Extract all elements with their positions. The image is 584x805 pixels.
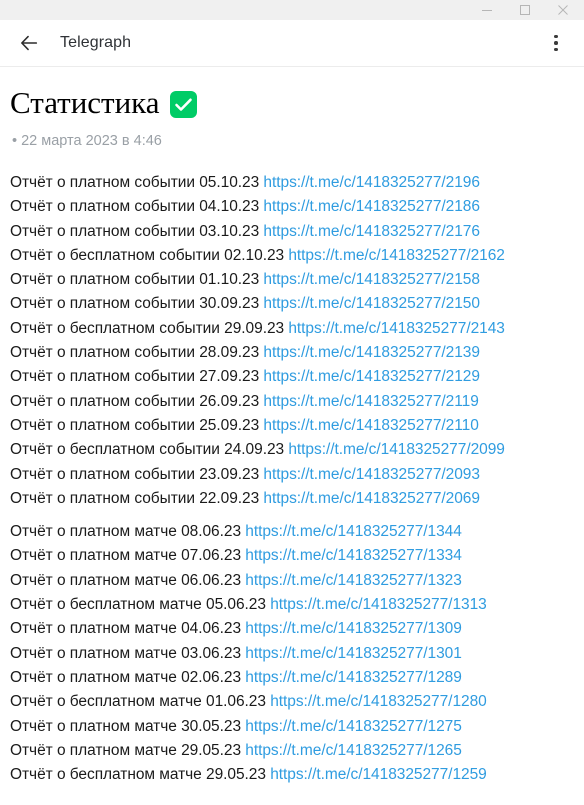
minimize-button[interactable] <box>468 0 506 20</box>
report-entry-label: Отчёт о платном матче 03.06.23 <box>10 644 246 662</box>
close-icon <box>558 5 568 15</box>
report-entry-label: Отчёт о платном событии 23.09.23 <box>10 465 264 483</box>
report-entry-label: Отчёт о бесплатном событии 24.09.23 <box>10 441 289 459</box>
report-entry: Отчёт о платном матче 02.06.23 https://t… <box>10 666 574 690</box>
report-entry-link[interactable]: https://t.me/c/1418325277/1309 <box>245 620 462 637</box>
report-entry-link[interactable]: https://t.me/c/1418325277/2069 <box>263 490 480 507</box>
report-entry-link[interactable]: https://t.me/c/1418325277/2196 <box>263 174 480 191</box>
report-entry: Отчёт о бесплатном событии 02.10.23 http… <box>10 244 574 268</box>
report-entry: Отчёт о платном матче 03.06.23 https://t… <box>10 642 574 666</box>
minimize-icon <box>482 10 492 11</box>
page-title-text: Статистика <box>10 85 160 120</box>
report-entry-label: Отчёт о платном событии 28.09.23 <box>10 344 264 362</box>
report-entry: Отчёт о бесплатном матче 29.05.23 https:… <box>10 763 574 787</box>
report-entry-label: Отчёт о бесплатном событии 29.09.23 <box>10 319 289 337</box>
article-link-list: Отчёт о платном событии 05.10.23 https:/… <box>10 171 574 787</box>
report-entry-label: Отчёт о бесплатном матче 01.06.23 <box>10 693 271 711</box>
report-entry: Отчёт о платном событии 28.09.23 https:/… <box>10 341 574 365</box>
report-entry: Отчёт о платном событии 01.10.23 https:/… <box>10 268 574 292</box>
report-entry: Отчёт о платном матче 08.06.23 https://t… <box>10 520 574 544</box>
report-entry: Отчёт о бесплатном событии 29.09.23 http… <box>10 317 574 341</box>
report-entry: Отчёт о бесплатном событии 24.09.23 http… <box>10 438 574 462</box>
report-entry: Отчёт о бесплатном матче 01.06.23 https:… <box>10 690 574 714</box>
report-entry-label: Отчёт о платном матче 04.06.23 <box>10 620 246 638</box>
report-entry-link[interactable]: https://t.me/c/1418325277/1275 <box>245 718 462 735</box>
report-entry-link[interactable]: https://t.me/c/1418325277/1265 <box>245 742 462 759</box>
report-entry-link[interactable]: https://t.me/c/1418325277/1301 <box>245 645 462 662</box>
report-entry-link[interactable]: https://t.me/c/1418325277/2093 <box>263 466 480 483</box>
report-entry: Отчёт о платном матче 07.06.23 https://t… <box>10 544 574 568</box>
maximize-button[interactable] <box>506 0 544 20</box>
report-entry-link[interactable]: https://t.me/c/1418325277/1344 <box>245 523 462 540</box>
check-mark-glyph <box>169 90 197 118</box>
report-entry-label: Отчёт о платном матче 02.06.23 <box>10 668 246 686</box>
report-entry-link[interactable]: https://t.me/c/1418325277/1259 <box>270 766 487 783</box>
report-entry-link[interactable]: https://t.me/c/1418325277/2186 <box>263 198 480 215</box>
close-button[interactable] <box>544 0 582 20</box>
report-entry-label: Отчёт о платном событии 01.10.23 <box>10 271 264 289</box>
report-entry-link[interactable]: https://t.me/c/1418325277/2110 <box>263 417 478 434</box>
article-byline: • 22 марта 2023 в 4:46 <box>12 133 162 149</box>
report-entry: Отчёт о платном событии 27.09.23 https:/… <box>10 365 574 389</box>
report-entry: Отчёт о бесплатном матче 05.06.23 https:… <box>10 593 574 617</box>
report-entry: Отчёт о платном матче 29.05.23 https://t… <box>10 739 574 763</box>
report-entry-link[interactable]: https://t.me/c/1418325277/1313 <box>270 596 487 613</box>
report-entry-link[interactable]: https://t.me/c/1418325277/2119 <box>263 393 478 410</box>
more-vertical-icon-dot-1 <box>554 34 558 39</box>
report-entry-link[interactable]: https://t.me/c/1418325277/2158 <box>263 271 480 288</box>
report-entry-label: Отчёт о платном событии 05.10.23 <box>10 174 264 191</box>
report-entry: Отчёт о платном матче 30.05.23 https://t… <box>10 715 574 739</box>
report-entry: Отчёт о платном матче 06.06.23 https://t… <box>10 569 574 593</box>
report-entry: Отчёт о платном событии 26.09.23 https:/… <box>10 390 574 414</box>
back-button[interactable] <box>12 26 46 60</box>
report-entry-link[interactable]: https://t.me/c/1418325277/2176 <box>263 223 480 240</box>
report-entry-link[interactable]: https://t.me/c/1418325277/2099 <box>288 441 505 458</box>
white-heavy-check-mark-emoji <box>169 90 197 118</box>
article-body: Статистика • 22 марта 2023 в 4:46 Отчёт … <box>0 67 584 787</box>
matches-block: Отчёт о платном матче 08.06.23 https://t… <box>10 520 574 787</box>
report-entry-label: Отчёт о платном событии 04.10.23 <box>10 198 264 216</box>
report-entry-label: Отчёт о бесплатном событии 02.10.23 <box>10 246 289 264</box>
report-entry: Отчёт о платном событии 25.09.23 https:/… <box>10 414 574 438</box>
report-entry-label: Отчёт о бесплатном матче 05.06.23 <box>10 596 271 614</box>
report-entry: Отчёт о платном событии 30.09.23 https:/… <box>10 292 574 316</box>
app-header: Telegraph <box>0 20 584 67</box>
report-entry: Отчёт о платном матче 04.06.23 https://t… <box>10 617 574 641</box>
report-entry-label: Отчёт о платном матче 06.06.23 <box>10 571 246 589</box>
report-entry-label: Отчёт о платном матче 30.05.23 <box>10 717 246 735</box>
report-entry-link[interactable]: https://t.me/c/1418325277/2162 <box>288 247 505 264</box>
report-entry-link[interactable]: https://t.me/c/1418325277/1289 <box>245 669 462 686</box>
report-entry-label: Отчёт о платном матче 07.06.23 <box>10 547 246 565</box>
report-entry: Отчёт о платном событии 05.10.23 https:/… <box>10 171 574 195</box>
report-entry-link[interactable]: https://t.me/c/1418325277/1334 <box>245 547 462 564</box>
report-entry-link[interactable]: https://t.me/c/1418325277/2139 <box>263 344 480 361</box>
report-entry: Отчёт о платном событии 23.09.23 https:/… <box>10 463 574 487</box>
report-entry-label: Отчёт о бесплатном матче 29.05.23 <box>10 766 271 784</box>
page-title: Статистика <box>10 85 574 121</box>
app-title: Telegraph <box>60 34 132 51</box>
report-entry-label: Отчёт о платном событии 25.09.23 <box>10 416 264 434</box>
overflow-menu-button[interactable] <box>542 26 570 60</box>
report-entry-link[interactable]: https://t.me/c/1418325277/2129 <box>263 368 480 385</box>
events-block: Отчёт о платном событии 05.10.23 https:/… <box>10 171 574 511</box>
report-entry-link[interactable]: https://t.me/c/1418325277/1323 <box>245 572 462 589</box>
more-vertical-icon-dot-3 <box>554 47 558 52</box>
report-entry-label: Отчёт о платном событии 22.09.23 <box>10 489 264 507</box>
report-entry-label: Отчёт о платном событии 30.09.23 <box>10 295 264 313</box>
report-entry: Отчёт о платном событии 03.10.23 https:/… <box>10 220 574 244</box>
report-entry: Отчёт о платном событии 04.10.23 https:/… <box>10 195 574 219</box>
report-entry-label: Отчёт о платном матче 08.06.23 <box>10 523 246 541</box>
report-entry-label: Отчёт о платном событии 03.10.23 <box>10 222 264 240</box>
report-entry-link[interactable]: https://t.me/c/1418325277/2143 <box>288 320 505 337</box>
maximize-icon <box>520 5 530 15</box>
window-titlebar <box>0 0 584 20</box>
more-vertical-icon-dot-2 <box>554 41 558 45</box>
report-entry-label: Отчёт о платном матче 29.05.23 <box>10 741 246 759</box>
report-entry-label: Отчёт о платном событии 27.09.23 <box>10 368 264 386</box>
report-entry: Отчёт о платном событии 22.09.23 https:/… <box>10 487 574 511</box>
report-entry-link[interactable]: https://t.me/c/1418325277/2150 <box>263 295 480 312</box>
report-entry-link[interactable]: https://t.me/c/1418325277/1280 <box>270 693 487 710</box>
report-entry-label: Отчёт о платном событии 26.09.23 <box>10 392 264 410</box>
arrow-left-icon <box>21 35 38 51</box>
